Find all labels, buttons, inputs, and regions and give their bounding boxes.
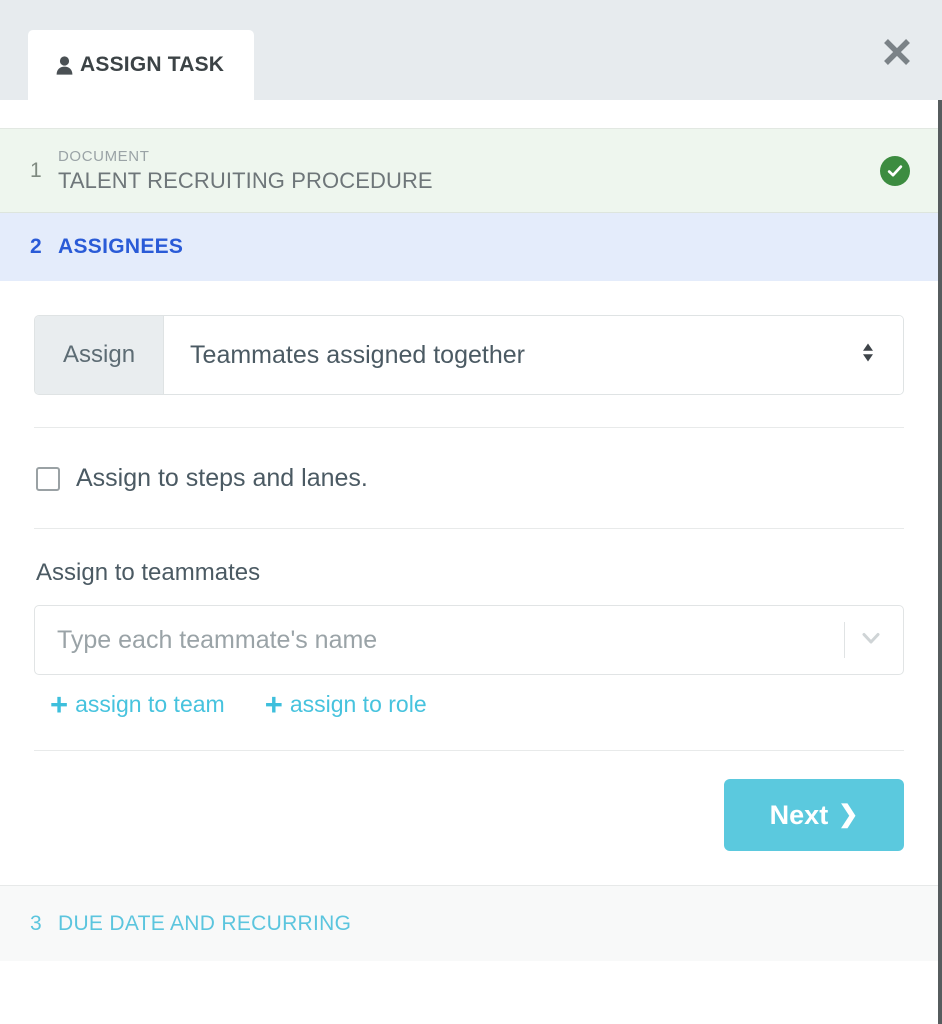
- step-assignees[interactable]: 2 ASSIGNEES: [0, 213, 938, 281]
- step-document-title: TALENT RECRUITING PROCEDURE: [58, 167, 433, 193]
- check-circle-icon: [880, 155, 910, 186]
- dialog-tabbar: ASSIGN TASK: [0, 0, 942, 100]
- plus-icon: +: [50, 687, 69, 722]
- assign-mode-value: Teammates assigned together: [190, 340, 525, 369]
- assign-to-role-link[interactable]: + assign to role: [265, 689, 427, 720]
- step-document-number: 1: [30, 158, 42, 182]
- sort-arrows-icon: [861, 342, 875, 369]
- assign-task-dialog: ASSIGN TASK 1 DOCUMENT TALENT RECRUITING…: [0, 0, 942, 1024]
- assign-prefix-label: Assign: [35, 316, 165, 394]
- step-due-date-number: 3: [30, 911, 42, 935]
- tab-assign-task[interactable]: ASSIGN TASK: [28, 30, 255, 100]
- assign-steps-lanes-label: Assign to steps and lanes.: [76, 464, 368, 492]
- teammates-label: Assign to teammates: [36, 559, 261, 586]
- assign-shortcut-links: + assign to team + assign to role: [34, 675, 904, 750]
- tab-assign-task-label: ASSIGN TASK: [80, 53, 225, 76]
- assign-mode-select[interactable]: Teammates assigned together: [164, 316, 903, 394]
- close-icon: [882, 37, 912, 67]
- chevron-right-icon: ❯: [838, 801, 859, 828]
- assign-mode-group: Assign Teammates assigned together: [34, 315, 904, 395]
- assign-steps-lanes-checkbox[interactable]: [36, 466, 60, 491]
- chevron-down-icon[interactable]: [857, 624, 885, 657]
- step-due-date-title: DUE DATE AND RECURRING: [58, 911, 352, 935]
- assign-mode-row: Assign Teammates assigned together: [34, 281, 904, 427]
- top-spacer: [0, 100, 938, 128]
- next-button-label: Next: [769, 799, 829, 830]
- step-assignees-title: ASSIGNEES: [58, 235, 184, 258]
- dialog-body: 1 DOCUMENT TALENT RECRUITING PROCEDURE 2…: [0, 100, 942, 1024]
- user-icon: [56, 55, 73, 75]
- teammates-input[interactable]: Type each teammate's name: [34, 605, 904, 675]
- step-document[interactable]: 1 DOCUMENT TALENT RECRUITING PROCEDURE: [0, 128, 938, 213]
- step-document-kicker: DOCUMENT: [58, 147, 150, 165]
- step-due-date[interactable]: 3 DUE DATE AND RECURRING: [0, 885, 938, 961]
- input-separator: [844, 622, 845, 658]
- plus-icon: +: [264, 687, 283, 722]
- assignees-form: Assign Teammates assigned together Assig…: [0, 281, 938, 885]
- form-actions: Next ❯: [34, 751, 904, 885]
- assign-steps-lanes-row[interactable]: Assign to steps and lanes.: [34, 428, 904, 528]
- teammates-field-block: Assign to teammates Type each teammate's…: [34, 529, 904, 675]
- next-button[interactable]: Next ❯: [724, 779, 904, 851]
- close-button[interactable]: [879, 34, 915, 70]
- teammates-placeholder: Type each teammate's name: [57, 625, 378, 654]
- step-assignees-number: 2: [30, 235, 42, 258]
- assign-to-role-label: assign to role: [289, 691, 427, 717]
- assign-to-team-label: assign to team: [75, 691, 225, 717]
- assign-to-team-link[interactable]: + assign to team: [50, 689, 225, 720]
